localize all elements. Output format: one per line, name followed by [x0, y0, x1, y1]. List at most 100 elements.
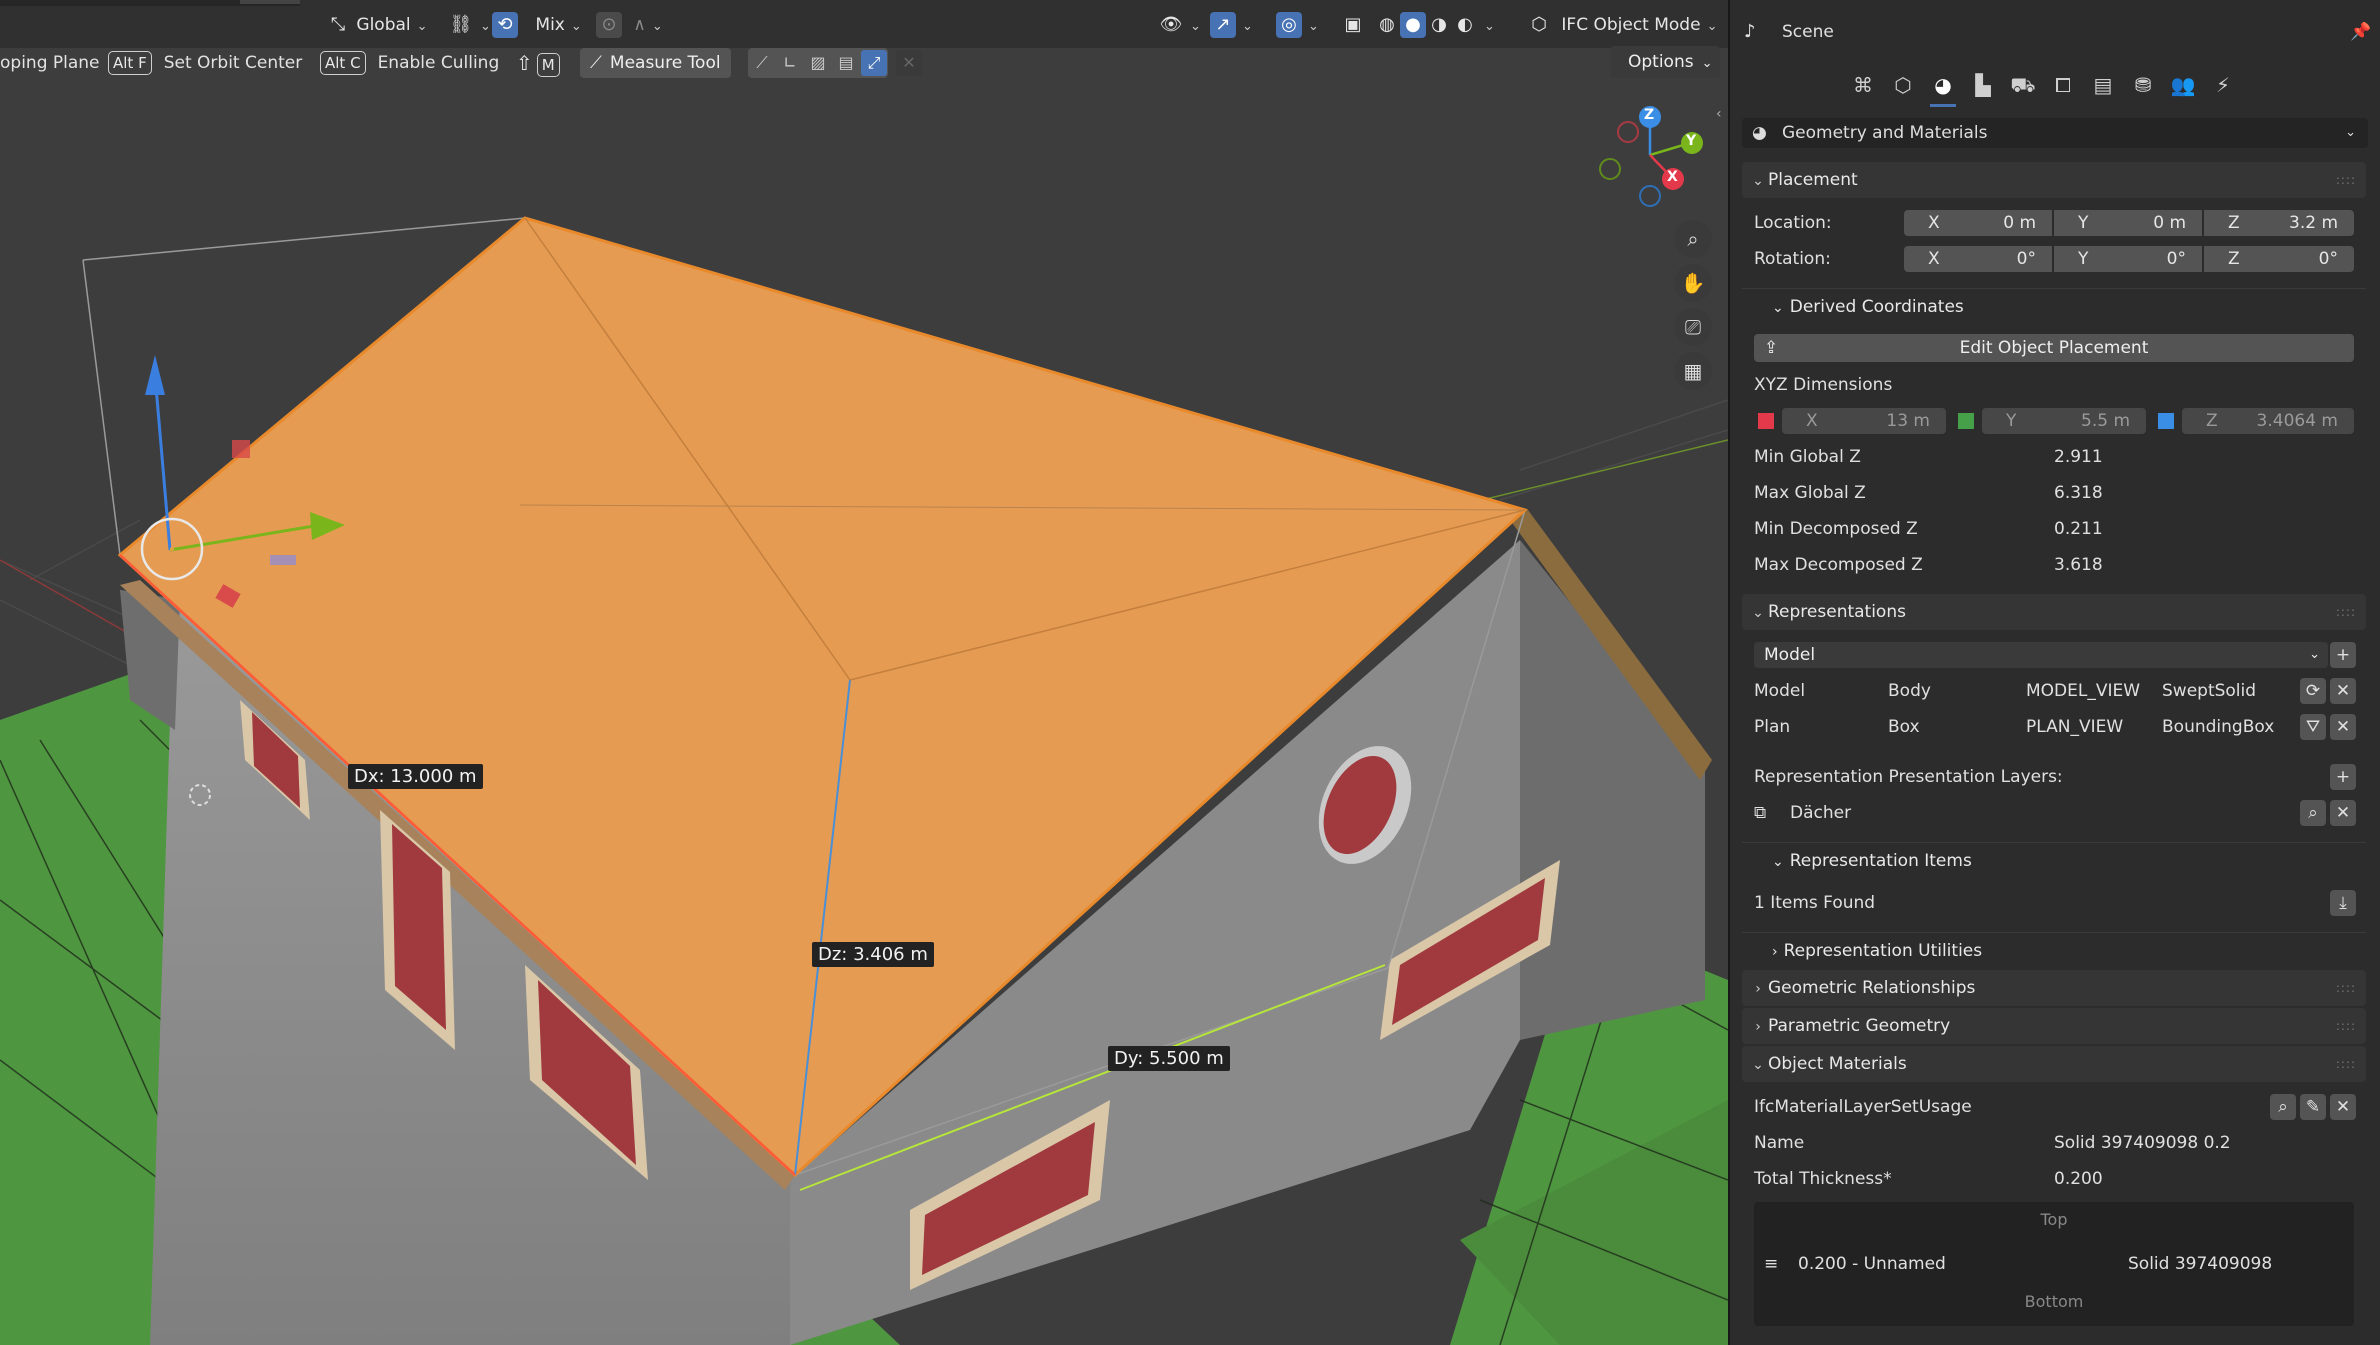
- object-materials-title: Object Materials: [1768, 1054, 1907, 1074]
- pivot-dropdown[interactable]: ⟲ Mix ⌄: [492, 8, 582, 42]
- grip-icon[interactable]: ::::: [2336, 162, 2356, 198]
- representations-section-header[interactable]: ⌄ Representations::::: [1742, 594, 2366, 630]
- select-material-icon[interactable]: ⌕: [2270, 1094, 2296, 1120]
- material-shading-icon[interactable]: ◑: [1426, 12, 1452, 38]
- refresh-icon[interactable]: ⟳: [2300, 678, 2326, 704]
- people-tab-icon[interactable]: 👥: [2168, 70, 2198, 100]
- proportional-editing[interactable]: ⊙ ∧ ⌄: [596, 8, 663, 42]
- material-usage-label: IfcMaterialLayerSetUsage: [1754, 1097, 1972, 1117]
- select-layer-icon[interactable]: ⌕: [2300, 800, 2326, 826]
- max-decomposed-z-value: 3.618: [2054, 555, 2103, 575]
- representation-items-header[interactable]: ⌄ Representation Items: [1742, 842, 2366, 879]
- wireframe-shading-icon[interactable]: ◍: [1374, 12, 1400, 38]
- snap-magnet-icon: ⟲: [492, 12, 518, 38]
- location-z-field[interactable]: Z 3.2 m: [2204, 210, 2354, 236]
- orbit-shortcut: Alt F: [108, 51, 152, 75]
- object-tab-icon[interactable]: ⬡: [1888, 70, 1918, 100]
- culling-label: Enable Culling: [377, 53, 500, 73]
- facility-tab-icon[interactable]: ⛃: [2128, 70, 2158, 100]
- project-tab-icon[interactable]: ⌘: [1848, 70, 1878, 100]
- layer-list-item[interactable]: ≡ 0.200 - Unnamed Solid 397409098: [1754, 1250, 2354, 1278]
- measure-mode-group[interactable]: ⟋ ∟ ▨ ▤ ⤢: [748, 48, 888, 78]
- angle-measure-icon[interactable]: ∟: [777, 50, 803, 76]
- camera-icon[interactable]: ⎚: [1674, 308, 1712, 346]
- add-representation-button[interactable]: +: [2330, 642, 2356, 668]
- export-icon: ⇪: [1764, 338, 1779, 358]
- edit-object-placement-button[interactable]: ⇪ Edit Object Placement: [1754, 334, 2354, 362]
- items-found-row: 1 Items Found: [1730, 890, 2380, 916]
- location-z-value: 3.2 m: [2289, 213, 2338, 233]
- rep-context: Plan: [1754, 717, 1791, 737]
- shading-group[interactable]: ◍ ● ◑ ◐ ⌄: [1374, 8, 1495, 42]
- scene-canvas[interactable]: [0, 0, 1728, 1345]
- services-tab-icon[interactable]: ⛟: [2008, 70, 2038, 100]
- grip-icon[interactable]: ::::: [2336, 1008, 2356, 1044]
- context-dropdown[interactable]: ◕ Geometry and Materials ⌄: [1742, 118, 2368, 148]
- perspective-grid-icon[interactable]: ▦: [1674, 352, 1712, 390]
- remove-icon[interactable]: ✕: [2330, 1094, 2356, 1120]
- parametric-geometry-header[interactable]: › Parametric Geometry::::: [1742, 1008, 2366, 1044]
- geometric-relationships-header[interactable]: › Geometric Relationships::::: [1742, 970, 2366, 1006]
- material-layer-list[interactable]: Top ≡ 0.200 - Unnamed Solid 397409098 Bo…: [1754, 1202, 2354, 1326]
- single-measure-icon[interactable]: ⟋: [749, 50, 775, 76]
- layer-bottom-label: Bottom: [2024, 1292, 2084, 1311]
- representation-utilities-header[interactable]: › Representation Utilities: [1742, 932, 2366, 969]
- items-title: Representation Items: [1789, 851, 1972, 871]
- volume-measure-icon[interactable]: ▤: [833, 50, 859, 76]
- max-decomposed-z-label: Max Decomposed Z: [1754, 555, 1923, 575]
- edit-pencil-icon[interactable]: ✎: [2300, 1094, 2326, 1120]
- mesh-edit-icon[interactable]: ⛛: [2300, 714, 2326, 740]
- remove-icon[interactable]: ✕: [2330, 678, 2356, 704]
- remove-icon[interactable]: ✕: [2330, 800, 2356, 826]
- mode-dropdown[interactable]: ⬡ IFC Object Mode ⌄: [1526, 8, 1717, 42]
- measure-shortcut-group[interactable]: ⇧ M: [516, 48, 572, 78]
- mode-label: IFC Object Mode: [1561, 15, 1701, 35]
- quality-tab-icon[interactable]: ⚡: [2208, 70, 2238, 100]
- measure-tool-button[interactable]: ⟋ Measure Tool: [580, 48, 731, 78]
- scheduling-tab-icon[interactable]: ▤: [2088, 70, 2118, 100]
- rotation-x-field[interactable]: X 0°: [1904, 246, 2052, 272]
- placement-section-header[interactable]: ⌄ Placement::::: [1742, 162, 2366, 198]
- options-dropdown[interactable]: Options ⌄: [1610, 46, 1720, 78]
- drawings-tab-icon[interactable]: ▙: [1968, 70, 1998, 100]
- clipping-plane-label[interactable]: oping Plane: [0, 48, 100, 78]
- derived-coordinates-header[interactable]: ⌄ Derived Coordinates: [1742, 288, 2366, 325]
- object-materials-header[interactable]: ⌄ Object Materials::::: [1742, 1046, 2366, 1082]
- grip-icon[interactable]: ::::: [2336, 594, 2356, 630]
- scene-icon: ♪: [1744, 21, 1756, 42]
- remove-icon[interactable]: ✕: [2330, 714, 2356, 740]
- collapse-arrow-icon[interactable]: ‹: [1716, 106, 1722, 122]
- rendered-shading-icon[interactable]: ◐: [1452, 12, 1478, 38]
- pin-icon[interactable]: 📌: [2350, 18, 2371, 46]
- snap-toggle[interactable]: ⛓ ⌄: [448, 8, 491, 42]
- x-color-swatch: [1758, 413, 1774, 429]
- clear-measure-icon[interactable]: ✕: [896, 50, 922, 76]
- location-x-field[interactable]: X 0 m: [1904, 210, 2052, 236]
- overlay-dropdown[interactable]: ◎ ⌄: [1276, 8, 1319, 42]
- visibility-dropdown[interactable]: 👁 ⌄: [1158, 8, 1201, 42]
- orbit-center-tool[interactable]: Alt F Set Orbit Center: [108, 48, 302, 78]
- 3d-viewport[interactable]: Z Y X ⌕ ✋ ⎚ ▦ ‹ Dx: 13.000 m Dz: 3.406 m…: [0, 0, 1728, 1345]
- orientation-dropdown[interactable]: ⤡ Global ⌄: [325, 8, 428, 42]
- download-icon[interactable]: ⤓: [2330, 890, 2356, 916]
- grip-icon[interactable]: ::::: [2336, 970, 2356, 1006]
- geometry-tab-icon[interactable]: ◕: [1928, 70, 1958, 100]
- gizmo-dropdown[interactable]: ↗ ⌄: [1210, 8, 1253, 42]
- rotation-z-field[interactable]: Z 0°: [2204, 246, 2354, 272]
- add-layer-button[interactable]: +: [2330, 764, 2356, 790]
- pan-hand-icon[interactable]: ✋: [1674, 264, 1712, 302]
- structural-tab-icon[interactable]: ⧠: [2048, 70, 2078, 100]
- rep-kind: BoundingBox: [2162, 717, 2275, 737]
- rotation-y-field[interactable]: Y 0°: [2054, 246, 2202, 272]
- representation-context-dropdown[interactable]: Model ⌄: [1754, 642, 2328, 668]
- zoom-icon[interactable]: ⌕: [1674, 220, 1712, 258]
- culling-tool[interactable]: Alt C Enable Culling: [320, 48, 499, 78]
- grip-icon[interactable]: ::::: [2336, 1046, 2356, 1082]
- dim-x-value: 13 m: [1886, 411, 1930, 431]
- snap-measure-icon[interactable]: ⤢: [861, 50, 887, 76]
- rep-view: MODEL_VIEW: [2026, 681, 2141, 701]
- xray-toggle[interactable]: ▣: [1340, 8, 1366, 42]
- solid-shading-icon[interactable]: ●: [1400, 12, 1426, 38]
- location-y-field[interactable]: Y 0 m: [2054, 210, 2202, 236]
- area-measure-icon[interactable]: ▨: [805, 50, 831, 76]
